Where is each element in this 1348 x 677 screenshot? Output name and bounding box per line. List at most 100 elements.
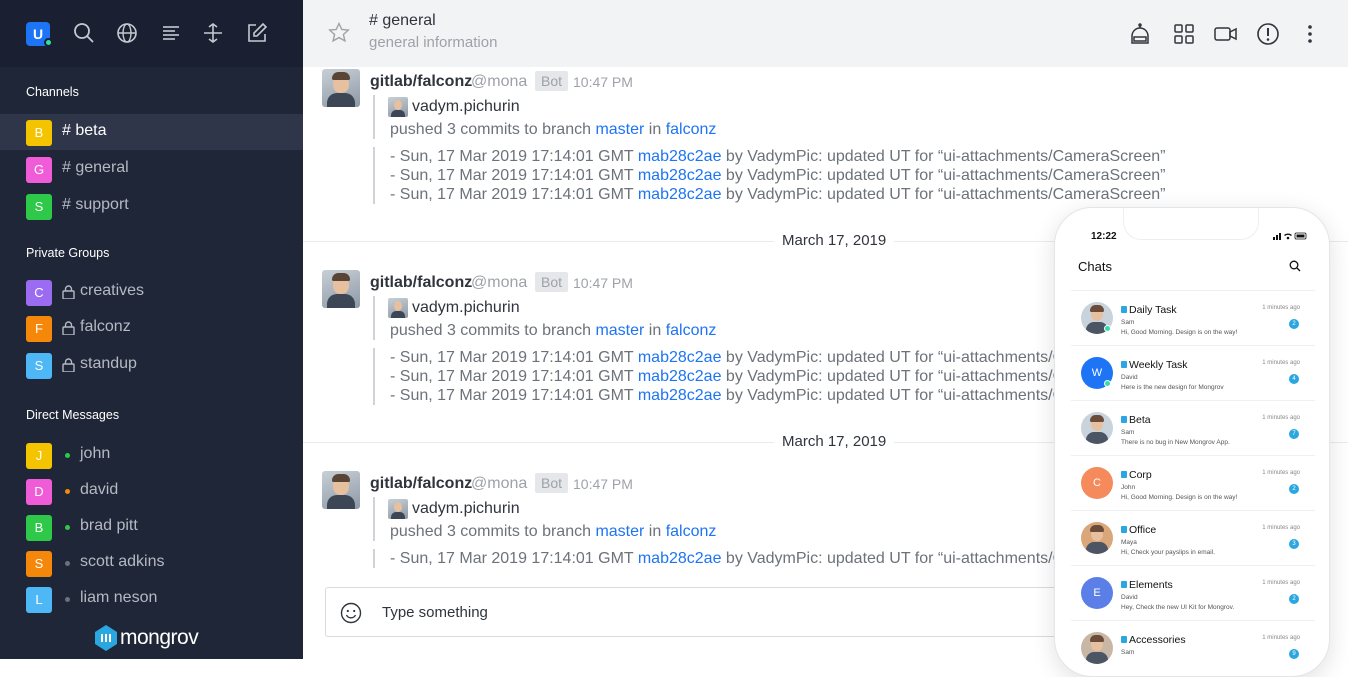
message-author[interactable]: gitlab/falconz <box>370 274 472 292</box>
phone-notch <box>1123 208 1259 240</box>
sort-icon[interactable] <box>202 22 224 44</box>
message-avatar[interactable] <box>322 471 360 509</box>
branch-link[interactable]: master <box>595 523 644 540</box>
commit-hash-link[interactable]: mab28c2ae <box>638 167 722 184</box>
chat-sender: David <box>1121 374 1138 381</box>
message-handle[interactable]: @mona <box>471 274 527 292</box>
chat-avatar: C <box>1081 467 1113 499</box>
channel-title: # general <box>369 12 436 29</box>
message-avatar[interactable] <box>322 270 360 308</box>
commit-list: - Sun, 17 Mar 2019 17:14:01 GMT mab28c2a… <box>373 549 1120 568</box>
sidebar-item-creatives[interactable]: C creatives <box>0 274 303 310</box>
commit-list: - Sun, 17 Mar 2019 17:14:01 GMT mab28c2a… <box>373 348 1120 405</box>
sidebar-item-brad-pitt[interactable]: B brad pitt <box>0 509 303 545</box>
commit-hash-link[interactable]: mab28c2ae <box>638 148 722 165</box>
attachment-author[interactable]: vadym.pichurin <box>412 299 520 317</box>
sidebar-item-general[interactable]: G # general <box>0 151 303 187</box>
search-icon[interactable] <box>73 22 95 44</box>
commit-line: - Sun, 17 Mar 2019 17:14:01 GMT mab28c2a… <box>390 185 1166 204</box>
star-icon[interactable] <box>327 21 351 45</box>
chat-preview: Hi, Good Morning. Design is on the way! <box>1121 494 1238 501</box>
sidebar-item-label: standup <box>80 355 137 372</box>
commit-hash-link[interactable]: mab28c2ae <box>638 349 722 366</box>
online-dot <box>1104 325 1111 332</box>
message-input[interactable]: Type something <box>382 604 488 621</box>
chat-item[interactable]: Daily Task Sam Hi, Good Morning. Design is… <box>1071 290 1315 345</box>
commit-line: - Sun, 17 Mar 2019 17:14:01 GMT mab28c2a… <box>390 549 1120 568</box>
sidebar-item-label: scott adkins <box>80 553 165 570</box>
commit-line: - Sun, 17 Mar 2019 17:14:01 GMT mab28c2a… <box>390 386 1120 405</box>
commit-hash-link[interactable]: mab28c2ae <box>638 550 722 567</box>
chat-item[interactable]: W Weekly Task David Here is the new design … <box>1071 345 1315 400</box>
sidebar-item-john[interactable]: J john <box>0 437 303 473</box>
unread-badge: 2 <box>1289 594 1299 604</box>
more-options-icon[interactable] <box>1298 22 1322 46</box>
push-text: in <box>644 523 666 540</box>
sidebar-item-support[interactable]: S # support <box>0 188 303 224</box>
grid-icon[interactable] <box>1172 22 1196 46</box>
sidebar-toolbar: U <box>0 0 303 67</box>
chat-item[interactable]: Accessories Sam 1 minutes ago 9 <box>1071 620 1315 675</box>
repo-link[interactable]: falconz <box>666 322 717 339</box>
sidebar-item-beta[interactable]: B # beta <box>0 114 303 150</box>
channel-avatar: G <box>26 157 52 183</box>
unread-badge: 2 <box>1289 319 1299 329</box>
list-icon[interactable] <box>160 22 182 44</box>
commit-line: - Sun, 17 Mar 2019 17:14:01 GMT mab28c2a… <box>390 367 1120 386</box>
video-call-icon[interactable] <box>1214 22 1238 46</box>
attachment-author[interactable]: vadym.pichurin <box>412 98 520 116</box>
message-handle[interactable]: @mona <box>471 73 527 91</box>
unread-badge: 3 <box>1289 539 1299 549</box>
commit-hash-link[interactable]: mab28c2ae <box>638 186 722 203</box>
chat-timestamp: 1 minutes ago <box>1262 415 1300 421</box>
chat-preview: Hey, Check the new UI Kit for Mongrov. <box>1121 604 1235 611</box>
repo-link[interactable]: falconz <box>666 121 717 138</box>
message-time: 10:47 PM <box>573 74 633 90</box>
sidebar-item-david[interactable]: D david <box>0 473 303 509</box>
message-author[interactable]: gitlab/falconz <box>370 475 472 493</box>
commit-message: by VadymPic: updated UT for “ui-attachme… <box>721 186 1166 203</box>
group-avatar: C <box>26 280 52 306</box>
chat-name: Elements <box>1121 579 1173 591</box>
edit-icon[interactable] <box>246 22 268 44</box>
chat-item[interactable]: E Elements David Hey, Check the new UI Kit … <box>1071 565 1315 620</box>
sidebar-item-label: creatives <box>80 282 145 299</box>
unread-badge: 4 <box>1289 374 1299 384</box>
push-text: pushed 3 commits to branch <box>390 523 596 540</box>
sidebar-item-falconz[interactable]: F falconz <box>0 310 303 346</box>
lock-icon <box>1121 416 1127 423</box>
message-handle[interactable]: @mona <box>471 475 527 493</box>
branch-link[interactable]: master <box>595 121 644 138</box>
lock-icon <box>1121 636 1127 643</box>
sidebar-item-standup[interactable]: S standup <box>0 347 303 383</box>
message-author[interactable]: gitlab/falconz <box>370 73 472 91</box>
branch-link[interactable]: master <box>595 322 644 339</box>
sidebar-item-scott-adkins[interactable]: S scott adkins <box>0 545 303 581</box>
user-avatar: J <box>26 443 52 469</box>
globe-icon[interactable] <box>116 22 138 44</box>
bot-icon[interactable] <box>1128 22 1152 46</box>
repo-link[interactable]: falconz <box>666 523 717 540</box>
chats-title: Chats <box>1078 259 1112 274</box>
chat-item[interactable]: Office Maya Hi, Check your payslips in ema… <box>1071 510 1315 565</box>
sidebar-item-liam-neson[interactable]: L liam neson <box>0 581 303 617</box>
emoji-icon[interactable] <box>340 602 362 624</box>
user-status-dot <box>44 38 53 47</box>
chat-item[interactable]: Beta Sam There is no bug in New Mongrov Ap… <box>1071 400 1315 455</box>
chat-item[interactable]: C Corp John Hi, Good Morning. Design is on … <box>1071 455 1315 510</box>
mongrov-logo-icon <box>95 625 117 651</box>
message-avatar[interactable] <box>322 69 360 107</box>
chat-timestamp: 1 minutes ago <box>1262 525 1300 531</box>
info-icon[interactable] <box>1256 22 1280 46</box>
commit-hash-link[interactable]: mab28c2ae <box>638 387 722 404</box>
search-icon[interactable] <box>1289 260 1301 272</box>
chat-sender: David <box>1121 594 1138 601</box>
phone-status-icons <box>1273 232 1307 240</box>
lock-icon <box>62 285 75 299</box>
commit-hash-link[interactable]: mab28c2ae <box>638 368 722 385</box>
channels-heading: Channels <box>26 85 79 99</box>
attachment-author[interactable]: vadym.pichurin <box>412 500 520 518</box>
message-composer[interactable]: Type something <box>325 587 1085 637</box>
status-dot <box>65 561 70 566</box>
channel-avatar: S <box>26 194 52 220</box>
